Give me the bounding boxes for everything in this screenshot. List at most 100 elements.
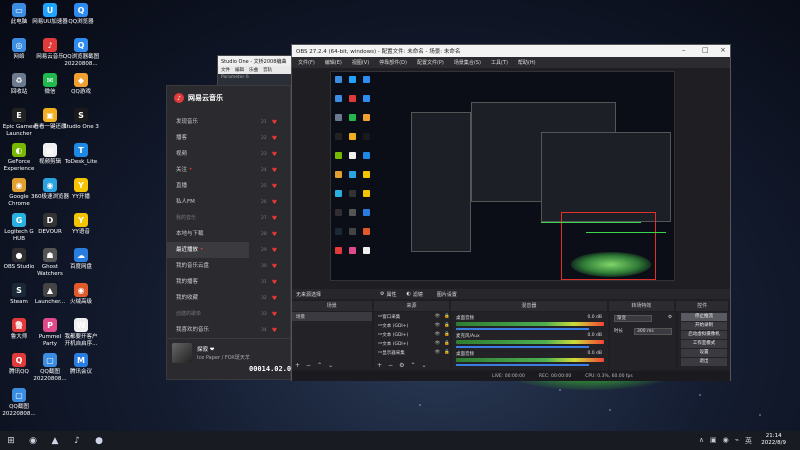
heart-icon[interactable]: ♥ — [272, 311, 277, 318]
obs-menu-item[interactable]: 配置文件(P) — [417, 59, 444, 66]
control-button[interactable]: 设置 — [681, 349, 727, 357]
tray-icon[interactable]: ⌁ — [735, 436, 739, 446]
track-row[interactable]: 22 ♥ — [251, 130, 291, 146]
desktop-icon[interactable]: ▢ QQ截图20220808... — [0, 388, 38, 418]
heart-icon[interactable]: ♥ — [272, 183, 277, 190]
tray-icon[interactable]: ∧ — [699, 436, 704, 446]
desktop-icon[interactable]: Q QQ浏览器 — [62, 3, 100, 26]
duration-input[interactable]: 300 ms — [634, 328, 672, 335]
eye-icon[interactable]: 👁 — [435, 323, 441, 328]
track-row[interactable]: 24 ♥ — [251, 162, 291, 178]
source-item[interactable]: ▭ 文本 (GDI+) 👁 🔒 — [374, 339, 450, 348]
desktop-icon[interactable]: Y YY开播 — [62, 178, 100, 201]
taskbar-app-icon[interactable]: ♪ — [66, 431, 88, 450]
obs-menu-item[interactable]: 编辑(E) — [325, 59, 342, 66]
studio-one-menu-edit[interactable]: 编辑 — [235, 67, 244, 73]
eye-icon[interactable]: 👁 — [435, 350, 441, 355]
sidebar-item[interactable]: 本地与下载 — [167, 226, 249, 242]
obs-menu-item[interactable]: 帮助(H) — [518, 59, 536, 66]
sidebar-item[interactable]: 我的播客 — [167, 274, 249, 290]
gear-icon[interactable]: ⚙ — [380, 291, 384, 297]
track-row[interactable]: 26 ♥ — [251, 194, 291, 210]
sidebar-item[interactable]: 最近播放 • — [167, 242, 249, 258]
eye-icon[interactable]: 👁 — [435, 332, 441, 337]
add-icon[interactable]: + — [377, 362, 382, 369]
transition-select[interactable]: 渐变 — [614, 315, 652, 322]
sidebar-item[interactable]: 私人FM — [167, 194, 249, 210]
control-button[interactable]: 工作室模式 — [681, 340, 727, 348]
desktop-icon[interactable]: W 我都要开客户开机自启序... — [62, 318, 100, 348]
heart-icon[interactable]: ♥ — [272, 279, 277, 286]
desktop-icon[interactable]: M 腾讯会议 — [62, 353, 100, 376]
source-item[interactable]: ▭ 文本 (GDI+) 👁 🔒 — [374, 330, 450, 339]
track-row[interactable]: 32 ♥ — [251, 290, 291, 306]
desktop-icon[interactable]: S Studio One 3 — [62, 108, 100, 131]
properties-button[interactable]: 属性 — [386, 291, 396, 298]
desktop-icon[interactable]: ◉ 火绒高级 — [62, 283, 100, 306]
add-icon[interactable]: + — [295, 362, 300, 369]
heart-icon[interactable]: ♥ — [272, 199, 277, 206]
eye-icon[interactable]: 👁 — [435, 341, 441, 346]
tray-icon[interactable]: ◉ — [723, 436, 729, 446]
down-arrow-icon[interactable]: ⌄ — [328, 362, 333, 369]
close-icon[interactable]: × — [720, 46, 726, 54]
remove-icon[interactable]: − — [306, 362, 311, 369]
studio-one-menu-song[interactable]: 乐曲 — [249, 67, 258, 73]
heart-icon[interactable]: ♥ — [272, 231, 277, 238]
taskbar-app-icon[interactable]: ◉ — [22, 431, 44, 450]
lock-icon[interactable]: 🔒 — [444, 323, 450, 328]
obs-menu-item[interactable]: 停靠部件(D) — [379, 59, 407, 66]
lock-icon[interactable]: 🔒 — [444, 314, 450, 319]
source-item[interactable]: ▭ 窗口采集 👁 🔒 — [374, 312, 450, 321]
down-arrow-icon[interactable]: ⌄ — [421, 362, 426, 369]
taskbar-clock[interactable]: 21:14 2022/8/9 — [761, 433, 786, 447]
track-row[interactable]: 28 ♥ — [251, 226, 291, 242]
filter-icon[interactable]: ◐ — [407, 291, 411, 297]
filters-button[interactable]: 滤镜 — [413, 291, 423, 298]
tray-icon[interactable]: 英 — [745, 436, 752, 446]
track-row[interactable]: 31 ♥ — [251, 274, 291, 290]
heart-icon[interactable]: ♥ — [272, 167, 277, 174]
taskbar-app-icon[interactable]: ● — [88, 431, 110, 450]
studio-one-menu-file[interactable]: 文件 — [221, 67, 230, 73]
source-item[interactable]: ▭ 显示器采集 👁 🔒 — [374, 348, 450, 357]
tray-icon[interactable]: ▣ — [710, 436, 717, 446]
sidebar-item[interactable]: 我的音乐云盘 — [167, 258, 249, 274]
track-row[interactable]: 33 ♥ — [251, 306, 291, 322]
sidebar-item[interactable]: 视频 — [167, 146, 249, 162]
lock-icon[interactable]: 🔒 — [444, 350, 450, 355]
up-arrow-icon[interactable]: ⌃ — [410, 362, 415, 369]
sidebar-item[interactable]: 关注 • — [167, 162, 249, 178]
gear-icon[interactable]: ⚙ — [668, 315, 672, 322]
lock-icon[interactable]: 🔒 — [444, 332, 450, 337]
netease-music-window[interactable]: ♪ 网易云音乐 发现音乐 播客 视频 关注 • 直播 私人FM 我的音乐 本地与下载 最近播放 … — [166, 85, 295, 380]
volume-slider[interactable] — [456, 346, 590, 348]
gear-icon[interactable]: ⚙ — [399, 362, 404, 369]
minimize-icon[interactable]: – — [682, 46, 686, 54]
heart-icon[interactable]: ♥ — [272, 263, 277, 270]
up-arrow-icon[interactable]: ⌃ — [317, 362, 322, 369]
desktop-icon[interactable]: Q QQ浏览器截图20220808... — [62, 38, 100, 68]
heart-icon[interactable]: ♥ — [272, 215, 277, 222]
heart-icon[interactable]: ♥ — [272, 247, 277, 254]
obs-preview-canvas[interactable] — [330, 71, 675, 281]
desktop-icon[interactable]: Y YY语音 — [62, 213, 100, 236]
sidebar-item[interactable]: 直播 — [167, 178, 249, 194]
track-row[interactable]: 25 ♥ — [251, 178, 291, 194]
source-item[interactable]: ▭ 文本 (GDI+) 👁 🔒 — [374, 321, 450, 330]
obs-window[interactable]: OBS 27.2.4 (64-bit, windows) - 配置文件: 未命名… — [291, 44, 731, 381]
sidebar-item[interactable]: 发现音乐 — [167, 114, 249, 130]
desktop-icon[interactable]: T ToDesk_Lite — [62, 143, 100, 166]
obs-menu-item[interactable]: 场景集合(S) — [454, 59, 481, 66]
obs-menu-item[interactable]: 视图(V) — [352, 59, 369, 66]
track-row[interactable]: 30 ♥ — [251, 258, 291, 274]
taskbar-app-icon[interactable]: ⊞ — [0, 431, 22, 450]
track-row[interactable]: 27 ♥ — [251, 210, 291, 226]
obs-menu-item[interactable]: 文件(F) — [298, 59, 315, 66]
studio-one-menu-track[interactable]: 音轨 — [263, 67, 272, 73]
desktop-icon[interactable]: ◆ QQ游戏 — [62, 73, 100, 96]
sidebar-item[interactable]: 我的收藏 — [167, 290, 249, 306]
track-row[interactable]: 23 ♥ — [251, 146, 291, 162]
track-row[interactable]: 21 ♥ — [251, 114, 291, 130]
eye-icon[interactable]: 👁 — [435, 314, 441, 319]
